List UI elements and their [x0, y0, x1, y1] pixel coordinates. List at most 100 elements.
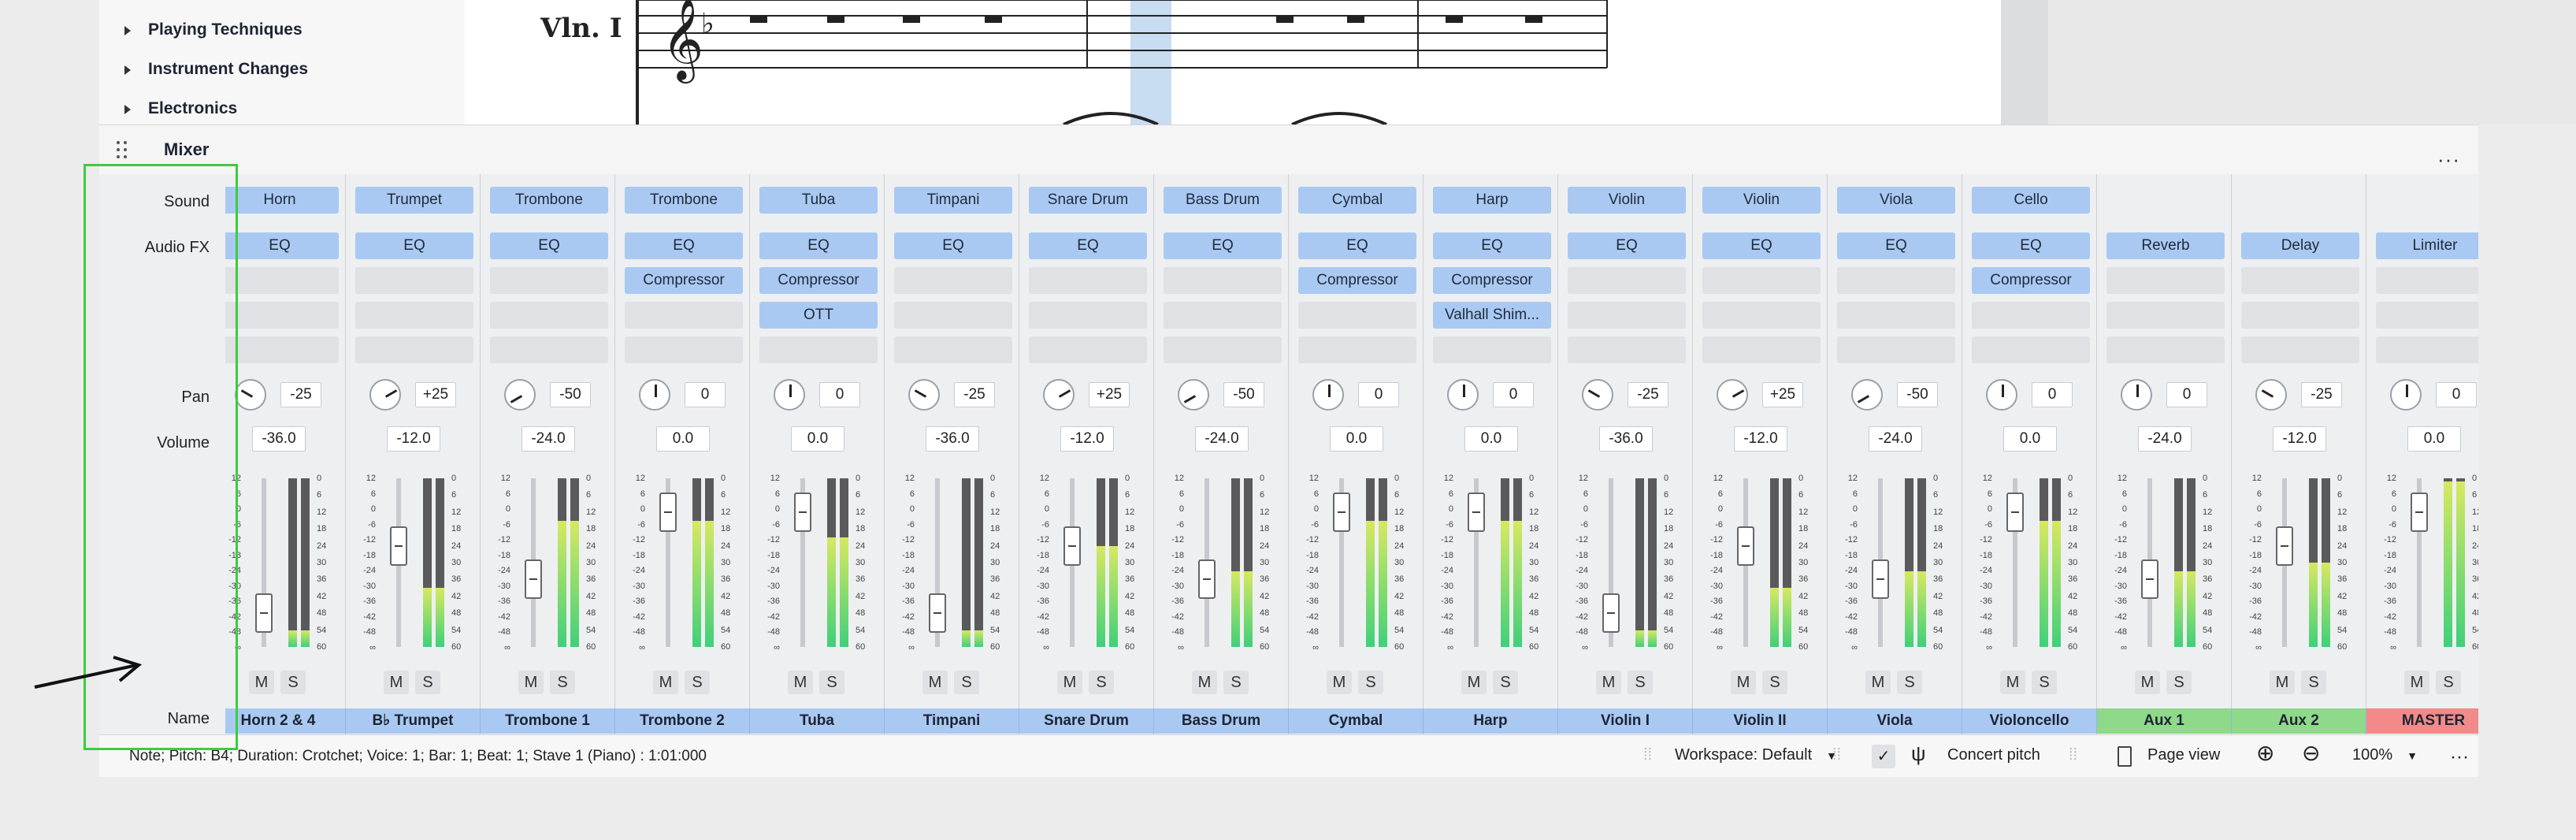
pan-knob[interactable] [1717, 379, 1748, 411]
fx-slot-empty[interactable] [2376, 302, 2478, 329]
volume-fader-handle[interactable] [2006, 492, 2024, 532]
volume-value[interactable]: -12.0 [2273, 426, 2326, 452]
fx-slot[interactable]: Reverb [2106, 232, 2225, 259]
channel-name[interactable]: Violin I [1558, 708, 1693, 734]
solo-button[interactable]: S [1358, 671, 1383, 694]
sound-slot[interactable]: Trombone [490, 187, 608, 214]
pan-knob[interactable] [1986, 379, 2017, 411]
fx-slot[interactable]: EQ [1029, 232, 1147, 259]
concert-pitch-label[interactable]: Concert pitch [1947, 746, 2040, 764]
sound-slot[interactable]: Violin [1568, 187, 1686, 214]
pan-value[interactable]: -25 [954, 382, 995, 407]
volume-fader-handle[interactable] [255, 593, 273, 634]
pan-knob[interactable] [1043, 379, 1075, 411]
fx-slot-empty[interactable] [1568, 336, 1686, 363]
fx-slot[interactable]: Compressor [1298, 267, 1416, 294]
fx-slot[interactable]: EQ [490, 232, 608, 259]
fx-slot-empty[interactable] [1972, 336, 2090, 363]
channel-name[interactable]: Horn 2 & 4 [225, 708, 346, 734]
fx-slot-empty[interactable] [225, 267, 339, 294]
fx-slot[interactable]: EQ [355, 232, 473, 259]
fx-slot-empty[interactable] [225, 302, 339, 329]
fx-slot[interactable]: EQ [1298, 232, 1416, 259]
volume-fader-handle[interactable] [659, 492, 677, 532]
pan-knob[interactable] [2121, 379, 2152, 411]
fx-slot-empty[interactable] [2106, 336, 2225, 363]
fx-slot-empty[interactable] [1568, 267, 1686, 294]
channel-name[interactable]: Aux 2 [2232, 708, 2366, 734]
fx-slot-empty[interactable] [2241, 336, 2359, 363]
solo-button[interactable]: S [954, 671, 979, 694]
channel-name[interactable]: Bass Drum [1154, 708, 1289, 734]
fx-slot-empty[interactable] [1164, 267, 1282, 294]
sound-slot[interactable]: Harp [1433, 187, 1551, 214]
fx-slot[interactable]: EQ [1837, 232, 1955, 259]
fx-slot-empty[interactable] [1568, 302, 1686, 329]
fx-slot[interactable]: EQ [1702, 232, 1821, 259]
volume-value[interactable]: -36.0 [1599, 426, 1653, 452]
volume-fader-handle[interactable] [1602, 593, 1620, 634]
sound-slot[interactable]: Tuba [759, 187, 878, 214]
mute-button[interactable]: M [2270, 671, 2295, 694]
volume-fader-handle[interactable] [2411, 492, 2428, 532]
volume-value[interactable]: -36.0 [252, 426, 306, 452]
drag-handle-icon[interactable] [117, 141, 129, 160]
channel-name[interactable]: B♭ Trumpet [346, 708, 481, 734]
fx-slot[interactable]: Compressor [625, 267, 743, 294]
mixer-more-icon[interactable]: ··· [2437, 147, 2460, 172]
pan-value[interactable]: -25 [1628, 382, 1668, 407]
volume-fader-handle[interactable] [1198, 559, 1216, 600]
sound-slot[interactable]: Cymbal [1298, 187, 1416, 214]
sound-slot[interactable]: Snare Drum [1029, 187, 1147, 214]
mute-button[interactable]: M [1596, 671, 1621, 694]
mute-button[interactable]: M [653, 671, 678, 694]
mute-button[interactable]: M [1192, 671, 1217, 694]
volume-value[interactable]: 0.0 [656, 426, 710, 452]
pan-value[interactable]: -50 [1897, 382, 1938, 407]
channel-name[interactable]: Violin II [1693, 708, 1828, 734]
pan-value[interactable]: -50 [1223, 382, 1264, 407]
volume-value[interactable]: -12.0 [1060, 426, 1114, 452]
fx-slot-empty[interactable] [2106, 267, 2225, 294]
fx-slot-empty[interactable] [1837, 302, 1955, 329]
fx-slot-empty[interactable] [1702, 336, 1821, 363]
fx-slot[interactable]: Compressor [1433, 267, 1551, 294]
volume-value[interactable]: -24.0 [2138, 426, 2192, 452]
pan-value[interactable]: +25 [1089, 382, 1130, 407]
pan-value[interactable]: 0 [1493, 382, 1534, 407]
fx-slot-empty[interactable] [355, 336, 473, 363]
volume-fader-handle[interactable] [2276, 526, 2293, 566]
fx-slot-empty[interactable] [225, 336, 339, 363]
pan-value[interactable]: 0 [2166, 382, 2207, 407]
pan-knob[interactable] [2255, 379, 2287, 411]
fx-slot-empty[interactable] [490, 336, 608, 363]
fx-slot[interactable]: Delay [2241, 232, 2359, 259]
sound-slot[interactable]: Timpani [894, 187, 1012, 214]
fx-slot-empty[interactable] [625, 302, 743, 329]
pan-knob[interactable] [235, 379, 266, 411]
mute-button[interactable]: M [249, 671, 274, 694]
concert-pitch-checkbox[interactable]: ✓ [1872, 745, 1895, 768]
fx-slot-empty[interactable] [1702, 267, 1821, 294]
fx-slot-empty[interactable] [894, 267, 1012, 294]
fx-slot[interactable]: EQ [625, 232, 743, 259]
solo-button[interactable]: S [1897, 671, 1922, 694]
fx-slot-empty[interactable] [1972, 302, 2090, 329]
fx-slot-empty[interactable] [1029, 302, 1147, 329]
volume-fader-handle[interactable] [1063, 526, 1081, 566]
zoom-out-icon[interactable]: ⊖ [2302, 740, 2320, 766]
mute-button[interactable]: M [1461, 671, 1487, 694]
mute-button[interactable]: M [788, 671, 813, 694]
volume-value[interactable]: -24.0 [1195, 426, 1249, 452]
volume-fader-handle[interactable] [929, 593, 946, 634]
fx-slot-empty[interactable] [1433, 336, 1551, 363]
status-more-icon[interactable]: ··· [2450, 746, 2469, 768]
fx-slot-empty[interactable] [2241, 302, 2359, 329]
channel-name[interactable]: Harp [1423, 708, 1558, 734]
solo-button[interactable]: S [685, 671, 710, 694]
pan-knob[interactable] [369, 379, 401, 411]
volume-fader-handle[interactable] [794, 492, 811, 532]
fx-slot-empty[interactable] [2376, 336, 2478, 363]
volume-fader-handle[interactable] [1737, 526, 1754, 566]
page-view-selector[interactable]: Page view [2147, 746, 2220, 764]
